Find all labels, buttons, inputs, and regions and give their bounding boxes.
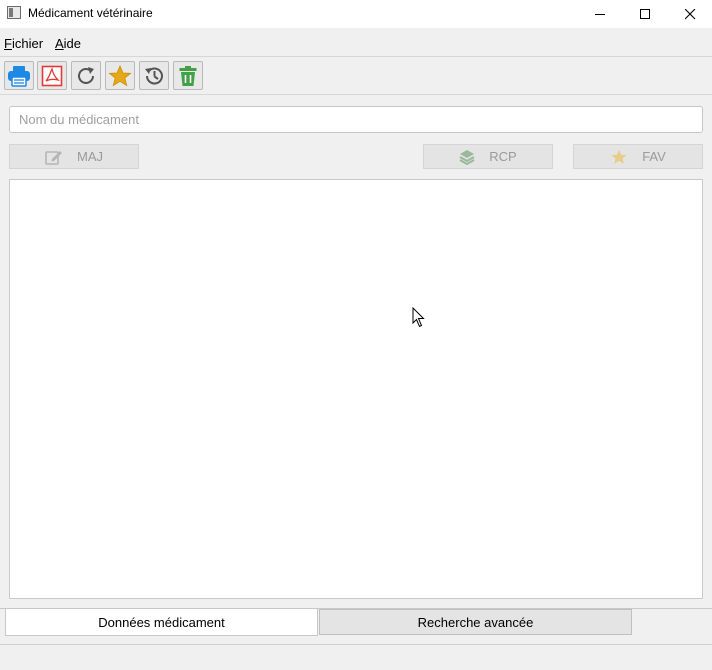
toolbar [0, 56, 712, 95]
title-bar: Médicament vétérinaire [0, 0, 712, 28]
favorite-button[interactable] [105, 61, 135, 90]
update-button[interactable]: MAJ [9, 144, 139, 169]
tab-donnees-medicament[interactable]: Données médicament [5, 609, 318, 636]
print-button[interactable] [4, 61, 34, 90]
mouse-cursor-icon [412, 307, 425, 328]
update-button-label: MAJ [77, 149, 103, 164]
pdf-button[interactable] [37, 61, 67, 90]
edit-icon [45, 149, 63, 165]
fav-button[interactable]: FAV [573, 144, 703, 169]
fav-button-label: FAV [642, 149, 666, 164]
tab-recherche-avancee[interactable]: Recherche avancée [319, 609, 632, 635]
close-icon [684, 8, 695, 19]
rcp-button[interactable]: RCP [423, 144, 553, 169]
star-icon [108, 64, 132, 86]
refresh-icon [78, 66, 94, 84]
maximize-icon [639, 8, 650, 19]
status-bar [0, 645, 712, 670]
delete-button[interactable] [173, 61, 203, 90]
medication-details-panel[interactable] [9, 179, 703, 599]
history-icon [145, 67, 163, 84]
close-button[interactable] [667, 0, 712, 28]
printer-icon [8, 65, 30, 87]
trash-icon [179, 65, 197, 86]
minimize-button[interactable] [577, 0, 623, 28]
medication-name-input[interactable] [9, 106, 703, 133]
app-icon [7, 6, 21, 19]
menu-bar: Fichier Aide [0, 29, 712, 56]
menu-aide[interactable]: Aide [55, 36, 81, 51]
refresh-button[interactable] [71, 61, 101, 90]
pdf-icon [41, 65, 63, 86]
rcp-button-label: RCP [489, 149, 517, 164]
layers-icon [459, 149, 475, 165]
menu-fichier[interactable]: Fichier [4, 36, 43, 51]
star-icon [610, 149, 628, 165]
window-title: Médicament vétérinaire [28, 6, 153, 20]
minimize-icon [594, 13, 605, 15]
history-button[interactable] [139, 61, 169, 90]
maximize-button[interactable] [622, 0, 668, 28]
